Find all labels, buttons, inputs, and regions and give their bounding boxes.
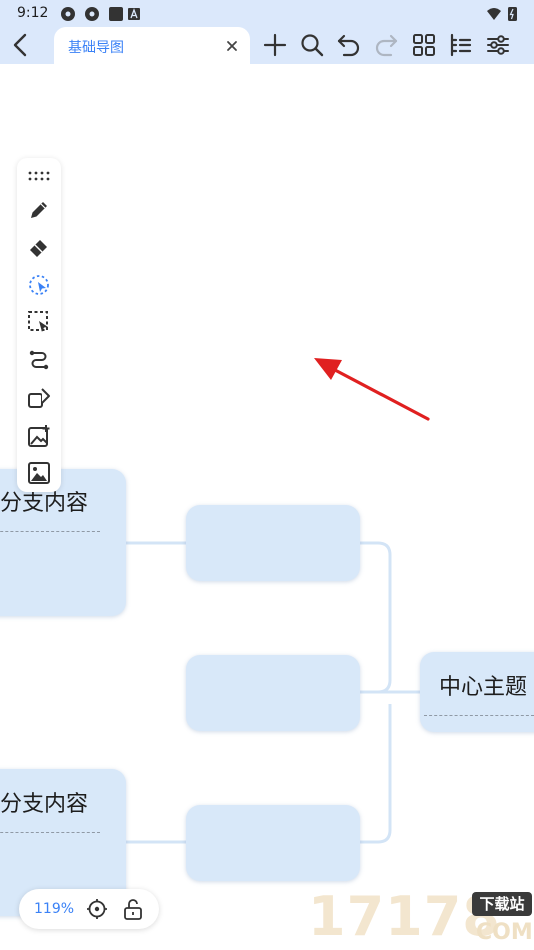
pencil-icon[interactable]	[27, 198, 51, 222]
status-bar: 9:12	[0, 0, 534, 26]
central-topic-node[interactable]: 中心主题	[420, 652, 534, 732]
back-icon[interactable]	[8, 30, 34, 60]
unlock-icon[interactable]	[122, 898, 144, 920]
image-gallery-icon[interactable]	[27, 461, 51, 485]
branch-node-top[interactable]: 分支内容	[0, 469, 126, 616]
lasso-select-icon[interactable]	[27, 273, 51, 297]
status-time: 9:12	[17, 5, 49, 21]
mindmap-canvas[interactable]: 分支内容 分支内容 中心主题	[0, 64, 534, 950]
system-icons	[486, 6, 520, 26]
connector-tool-icon[interactable]	[27, 348, 51, 372]
subtopic-node-2[interactable]	[186, 655, 360, 731]
box-select-icon[interactable]	[27, 310, 51, 334]
drag-handle-icon[interactable]	[27, 165, 51, 189]
watermark-logo: 17178 下载站 COM	[308, 884, 534, 950]
settings-sliders-icon[interactable]	[485, 32, 511, 58]
app-header: 9:12 基础导图	[0, 0, 534, 64]
grid-view-icon[interactable]	[411, 32, 437, 58]
central-topic-text: 中心主题	[439, 675, 528, 700]
zoom-control-bar: 119%	[19, 889, 159, 929]
app-screen: 9:12 基础导图 分支内容 分支内容 中心主题 119% 17178 下载站 …	[0, 0, 534, 950]
eraser-icon[interactable]	[27, 235, 51, 259]
zoom-level[interactable]: 119%	[34, 901, 74, 917]
tab-basic-mindmap[interactable]: 基础导图	[54, 27, 250, 64]
node-divider	[424, 715, 534, 716]
drawing-toolbar	[17, 158, 61, 492]
search-icon[interactable]	[299, 32, 325, 58]
watermark-domain: COM	[476, 920, 533, 945]
close-tab-icon[interactable]	[225, 38, 239, 52]
watermark-badge: 下载站	[472, 892, 532, 916]
annotation-arrow	[314, 358, 430, 421]
add-icon[interactable]	[262, 32, 288, 58]
battery-icon	[508, 7, 517, 21]
app-notification-icon-2	[85, 7, 99, 21]
branch-node-text: 分支内容	[0, 792, 89, 817]
shape-tool-icon[interactable]	[27, 386, 51, 410]
app-notification-icon	[61, 7, 75, 21]
wifi-icon	[487, 8, 501, 20]
undo-icon[interactable]	[336, 32, 362, 58]
app-notification-icon-3	[109, 7, 123, 21]
app-notification-icon-4	[128, 8, 140, 20]
redo-icon[interactable]	[373, 32, 399, 58]
tab-title: 基础导图	[68, 40, 124, 56]
insert-image-icon[interactable]	[27, 424, 51, 448]
locate-center-icon[interactable]	[86, 898, 108, 920]
subtopic-node-3[interactable]	[186, 805, 360, 881]
subtopic-node-1[interactable]	[186, 505, 360, 581]
node-divider	[0, 832, 100, 833]
notification-icons	[60, 6, 142, 26]
outline-icon[interactable]	[447, 32, 473, 58]
node-divider	[0, 531, 100, 532]
